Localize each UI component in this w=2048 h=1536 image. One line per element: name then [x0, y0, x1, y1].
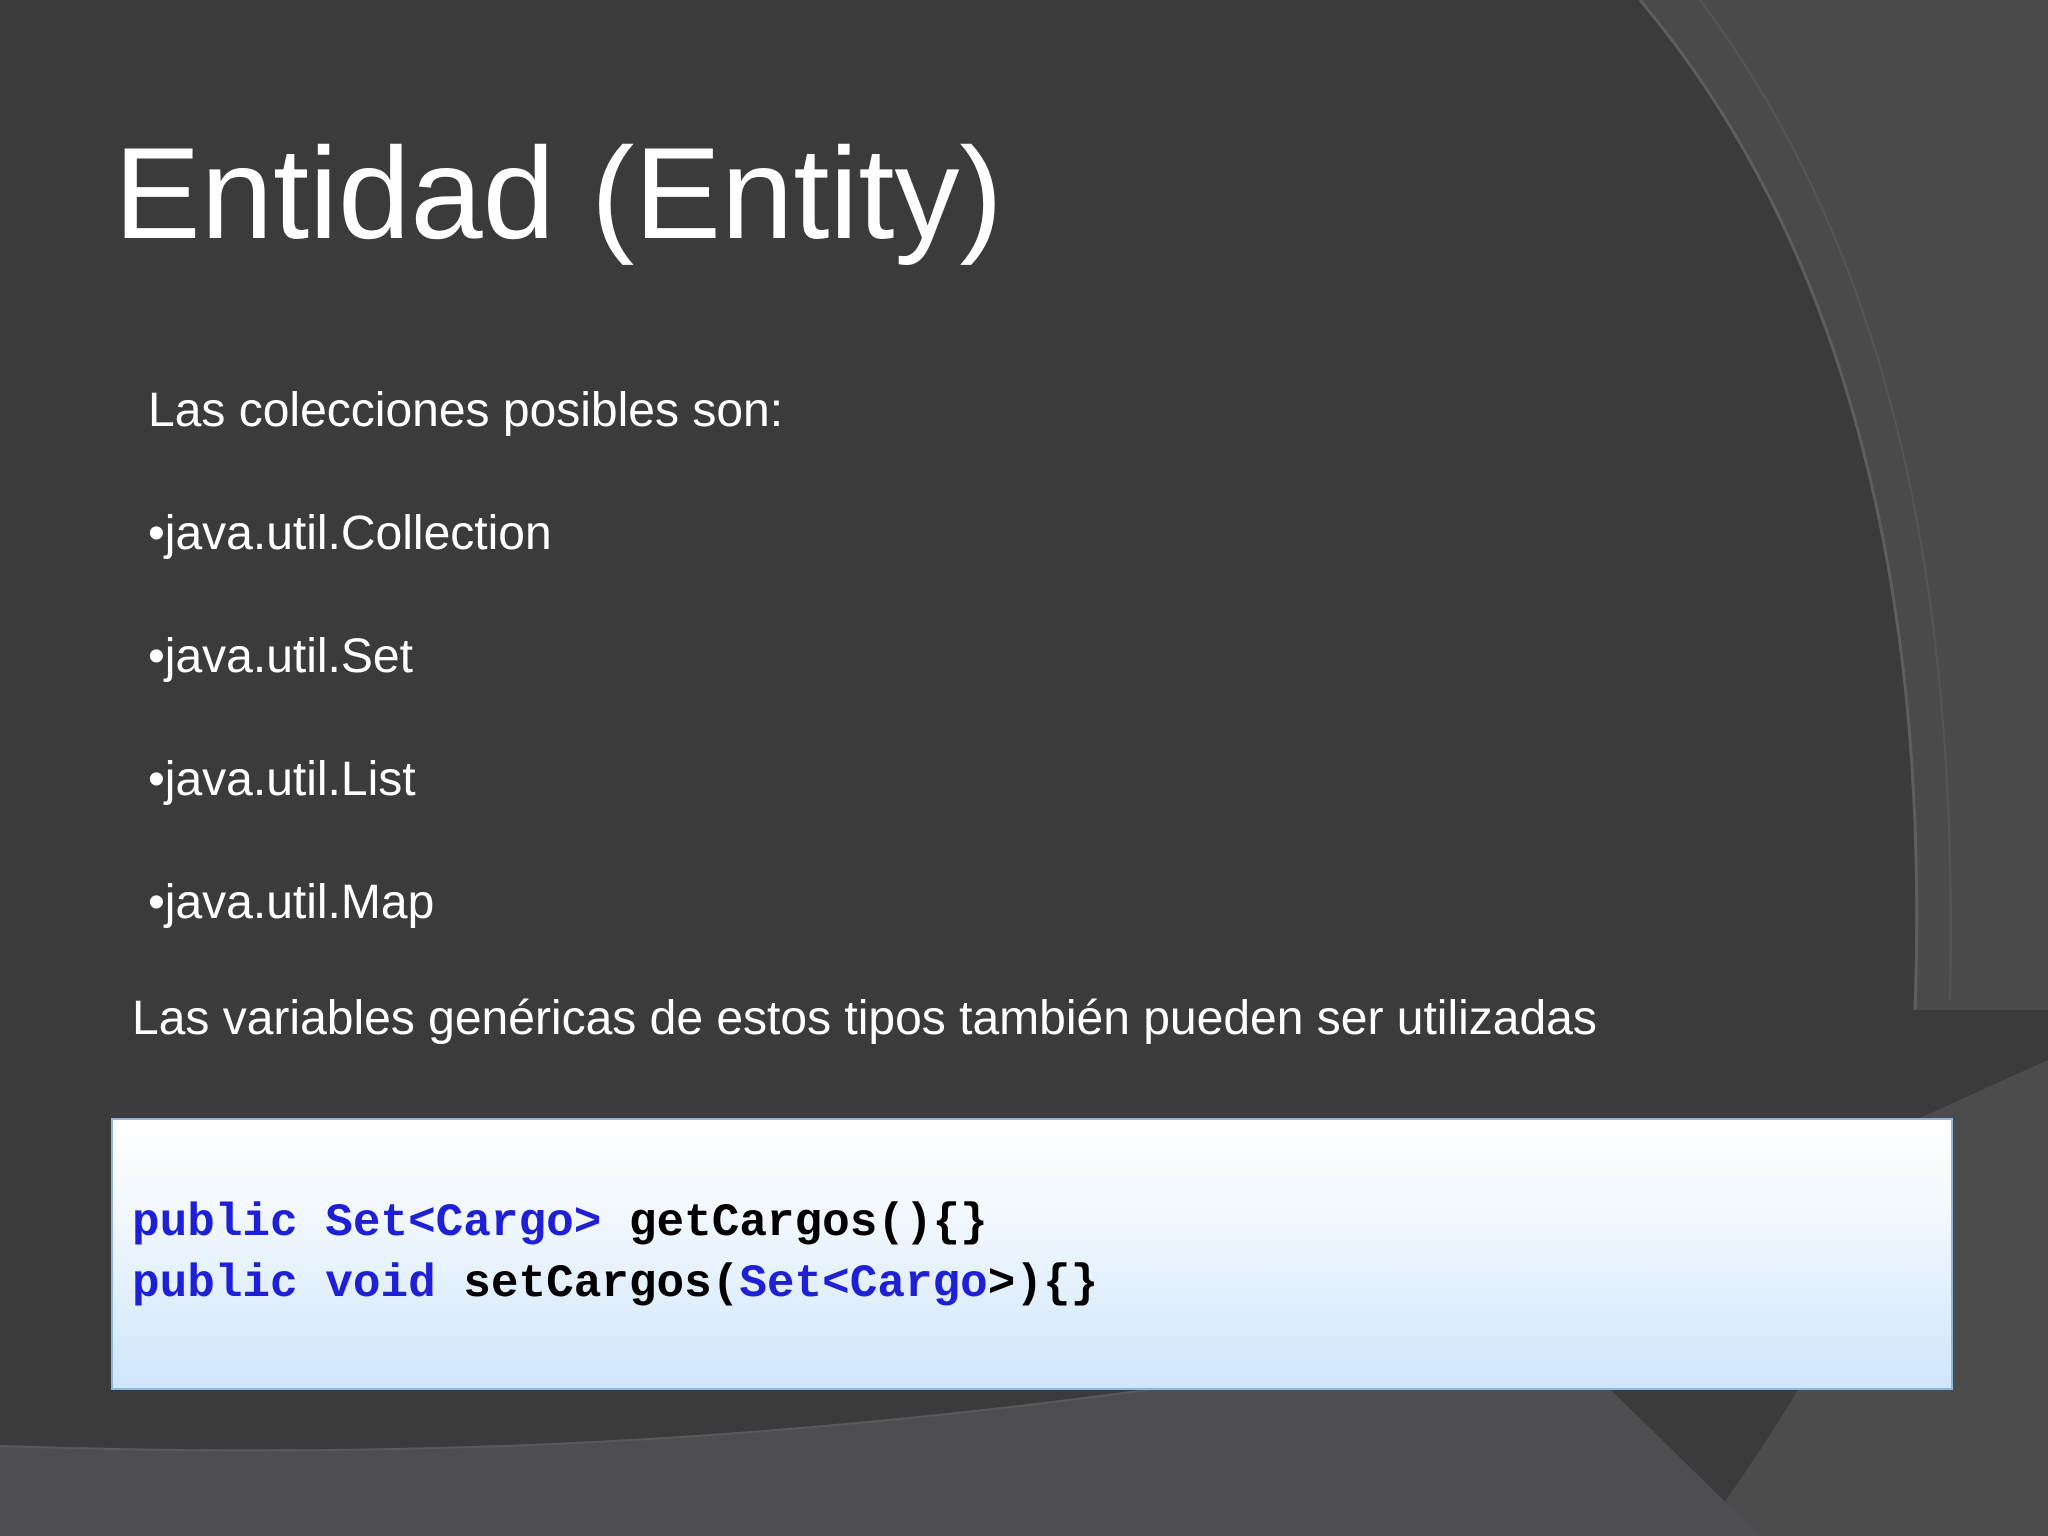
code-getter-signature: getCargos(){}: [628, 1197, 988, 1249]
code-line-getter: public Set<Cargo> getCargos(){}: [132, 1194, 988, 1252]
bullet-item-list: •java.util.List: [148, 753, 416, 806]
code-keyword-void: void: [325, 1258, 436, 1310]
slide: Entidad (Entity) Las colecciones posible…: [0, 0, 2048, 1536]
intro-text: Las colecciones posibles son:: [148, 384, 784, 437]
bullet-item-map: •java.util.Map: [148, 876, 435, 929]
code-line-setter: public void setCargos(Set<Cargo>){}: [132, 1255, 1098, 1313]
generic-types-note: Las variables genéricas de estos tipos t…: [132, 992, 1597, 1045]
code-param-type: Set<Cargo: [739, 1258, 988, 1310]
code-keyword-public: public: [132, 1197, 298, 1249]
code-setter-tail: >){}: [987, 1258, 1099, 1310]
bullet-item-collection: •java.util.Collection: [148, 507, 552, 560]
code-keyword-public: public: [132, 1258, 298, 1310]
bullet-item-set: •java.util.Set: [148, 630, 413, 683]
code-snippet-box: public Set<Cargo> getCargos(){} public v…: [111, 1118, 1953, 1390]
code-setter-name: setCargos(: [463, 1258, 740, 1310]
slide-title: Entidad (Entity): [114, 120, 1003, 266]
background-arc-band: [1640, 0, 2048, 1010]
code-return-type: Set<Cargo>: [325, 1197, 602, 1249]
